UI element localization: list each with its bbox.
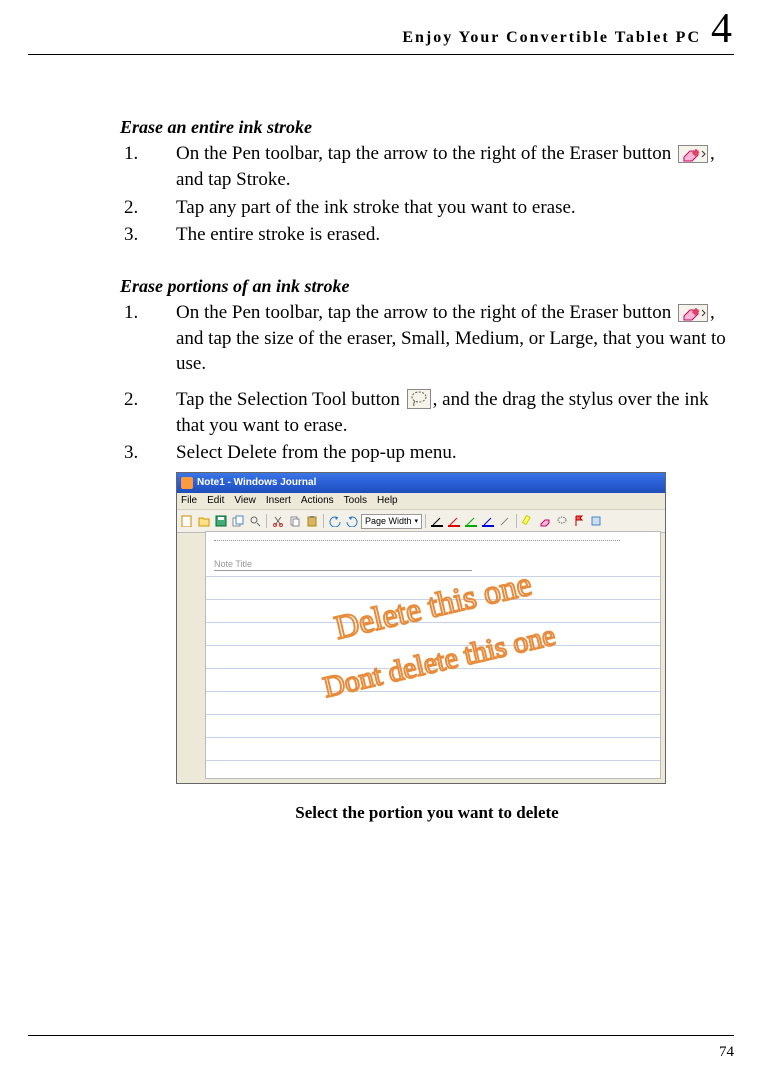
step: Select Delete from the pop-up menu. (156, 440, 734, 466)
copy2-icon[interactable] (287, 513, 303, 529)
header-title: Enjoy Your Convertible Tablet PC (402, 27, 701, 49)
pen-blue-icon[interactable] (480, 515, 496, 527)
page-number: 74 (719, 1044, 734, 1060)
menu-tools[interactable]: Tools (344, 494, 367, 508)
eraser-icon (678, 145, 708, 163)
section2-title: Erase portions of an ink stroke (120, 274, 734, 298)
menu-help[interactable]: Help (377, 494, 398, 508)
flag-icon[interactable] (571, 513, 587, 529)
pen-black-icon[interactable] (429, 515, 445, 527)
insert-icon[interactable] (588, 513, 604, 529)
section1-title: Erase an entire ink stroke (120, 115, 734, 139)
eraser-icon (678, 304, 708, 322)
page-content: Erase an entire ink stroke On the Pen to… (28, 55, 734, 1035)
undo-icon[interactable] (327, 513, 343, 529)
highlighter-icon[interactable] (520, 513, 536, 529)
pen-more-icon[interactable] (497, 515, 513, 527)
note-title-label: Note Title (214, 558, 472, 571)
pen-red-icon[interactable] (446, 515, 462, 527)
step-text-pre: Tap the Selection Tool button (176, 389, 405, 410)
cut-icon[interactable] (270, 513, 286, 529)
menubar: File Edit View Insert Actions Tools Help (177, 493, 665, 510)
step: Tap any part of the ink stroke that you … (156, 195, 734, 221)
search-icon[interactable] (247, 513, 263, 529)
paste-icon[interactable] (304, 513, 320, 529)
step-text: Select Delete from the pop-up menu. (176, 442, 457, 463)
menu-actions[interactable]: Actions (301, 494, 334, 508)
menu-insert[interactable]: Insert (266, 494, 291, 508)
step: The entire stroke is erased. (156, 222, 734, 248)
save-icon[interactable] (213, 513, 229, 529)
step-text: Tap any part of the ink stroke that you … (176, 197, 576, 218)
window-title: Note1 - Windows Journal (197, 476, 661, 490)
page-header: Enjoy Your Convertible Tablet PC 4 (28, 0, 734, 55)
step: Tap the Selection Tool button , and the … (156, 387, 734, 438)
chapter-number: 4 (711, 8, 734, 50)
titlebar: Note1 - Windows Journal (177, 473, 665, 493)
journal-screenshot: Note1 - Windows Journal File Edit View I… (176, 472, 666, 784)
new-icon[interactable] (179, 513, 195, 529)
pen-green-icon[interactable] (463, 515, 479, 527)
step: On the Pen toolbar, tap the arrow to the… (156, 141, 734, 192)
page-footer: 74 (28, 1035, 734, 1076)
step-text-pre: On the Pen toolbar, tap the arrow to the… (176, 302, 676, 323)
redo-icon[interactable] (344, 513, 360, 529)
lasso-icon (407, 389, 431, 409)
journal-canvas[interactable]: Note Title Delete this one Dont delete t… (205, 531, 661, 779)
eraser-tool-icon[interactable] (537, 513, 553, 529)
toolbar: Page Width (177, 510, 665, 533)
step: On the Pen toolbar, tap the arrow to the… (156, 300, 734, 377)
menu-view[interactable]: View (234, 494, 256, 508)
app-icon (181, 477, 193, 489)
step-text: The entire stroke is erased. (176, 224, 380, 245)
open-icon[interactable] (196, 513, 212, 529)
step-text-pre: On the Pen toolbar, tap the arrow to the… (176, 143, 676, 164)
figure-caption: Select the portion you want to delete (120, 802, 734, 825)
section2-steps: On the Pen toolbar, tap the arrow to the… (120, 300, 734, 466)
zoom-dropdown[interactable]: Page Width (361, 514, 422, 529)
section1-steps: On the Pen toolbar, tap the arrow to the… (120, 141, 734, 248)
menu-file[interactable]: File (181, 494, 197, 508)
lasso-tool-icon[interactable] (554, 513, 570, 529)
copy-icon[interactable] (230, 513, 246, 529)
menu-edit[interactable]: Edit (207, 494, 224, 508)
